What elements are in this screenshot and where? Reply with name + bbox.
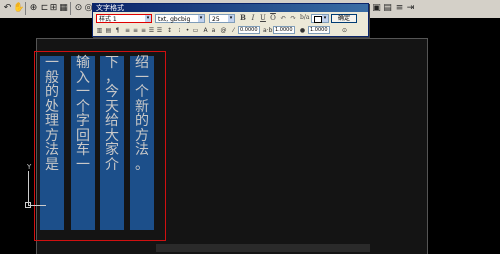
- align-right-icon[interactable]: ≡: [140, 27, 147, 34]
- insert-field-icon[interactable]: ▭: [192, 27, 199, 34]
- toolbar-separator: [70, 2, 71, 15]
- oblique-angle-input[interactable]: 0.0000: [238, 26, 260, 34]
- ok-button[interactable]: 确定: [331, 14, 357, 23]
- mtext-justify-icon[interactable]: ▤: [105, 27, 112, 34]
- width-factor-icon: ●: [299, 27, 306, 34]
- chevron-down-icon[interactable]: ▾: [198, 15, 204, 22]
- chevron-down-icon[interactable]: ▾: [322, 15, 328, 22]
- font-select-value: txt, gbcbig: [158, 16, 191, 23]
- justify-icon[interactable]: ☰: [148, 27, 155, 34]
- align-left-icon[interactable]: ≡: [124, 27, 131, 34]
- align-center-icon[interactable]: ≡: [132, 27, 139, 34]
- chevron-down-icon[interactable]: ▾: [145, 15, 151, 22]
- layer-icon[interactable]: ≡: [394, 3, 405, 14]
- columns-icon[interactable]: ▥: [96, 27, 103, 34]
- line-spacing-icon[interactable]: ↕: [166, 27, 173, 34]
- command-area-edge: [156, 244, 370, 252]
- grid-icon[interactable]: ▦: [58, 3, 69, 14]
- overline-button[interactable]: O: [269, 14, 277, 22]
- undo-icon[interactable]: ↶: [2, 3, 13, 14]
- ucs-y-label: Y: [27, 163, 32, 171]
- pan-icon[interactable]: ✋: [13, 3, 24, 14]
- italic-button[interactable]: I: [249, 14, 257, 22]
- text-height-value: 25: [212, 16, 220, 23]
- style-select-value: 样式 1: [99, 16, 117, 23]
- dialog-titlebar[interactable]: 文字格式: [93, 4, 368, 12]
- color-select[interactable]: ▾: [311, 14, 329, 23]
- symbol-icon[interactable]: @: [220, 27, 227, 34]
- distribute-icon[interactable]: ☰: [156, 27, 163, 34]
- block-icon[interactable]: ▣: [371, 3, 382, 14]
- paragraph-icon[interactable]: ¶: [114, 27, 121, 34]
- tracking-icon: a·b: [263, 27, 273, 34]
- paragraph-toolbar-row: ▥ ▤ ¶ ≡ ≡ ≡ ☰ ☰ ↕ ⁝ • ▭ A a @ ⁄ 0.0000 a…: [93, 26, 368, 36]
- chevron-down-icon[interactable]: ▾: [228, 15, 234, 22]
- bullets-icon[interactable]: •: [184, 27, 191, 34]
- tracking-input[interactable]: 1.0000: [273, 26, 295, 34]
- bold-button[interactable]: B: [239, 14, 247, 22]
- redo-button[interactable]: ↷: [289, 14, 297, 22]
- properties-icon[interactable]: ▤: [382, 3, 393, 14]
- text-format-toolbar-row: 样式 1 ▾ txt, gbcbig ▾ 25 ▾ B I U O ↶ ↷ b/…: [93, 13, 368, 25]
- undo-button[interactable]: ↶: [279, 14, 287, 22]
- dialog-title: 文字格式: [96, 4, 124, 12]
- zoom-icon[interactable]: ⊕: [28, 3, 39, 14]
- width-factor-input[interactable]: 1.0000: [308, 26, 330, 34]
- options-icon[interactable]: ⊙: [341, 27, 348, 34]
- ucs-y-axis: [28, 171, 29, 205]
- text-height-select[interactable]: 25 ▾: [209, 14, 235, 23]
- numbering-icon[interactable]: ⁝: [176, 27, 183, 34]
- uppercase-icon[interactable]: A: [202, 27, 209, 34]
- underline-button[interactable]: U: [259, 14, 267, 22]
- stack-button[interactable]: b/a: [300, 14, 309, 22]
- toolbar-separator: [25, 2, 26, 15]
- oblique-icon: ⁄: [232, 27, 234, 34]
- text-format-dialog: 文字格式 样式 1 ▾ txt, gbcbig ▾ 25 ▾ B I U O ↶…: [92, 3, 369, 37]
- color-swatch: [314, 16, 322, 23]
- ucs-icon: Y: [22, 163, 46, 211]
- ucs-origin-box: [25, 202, 31, 208]
- mtext-editor-window[interactable]: [34, 51, 166, 241]
- match-icon[interactable]: ⇥: [405, 3, 416, 14]
- style-select[interactable]: 样式 1 ▾: [96, 14, 152, 23]
- lowercase-icon[interactable]: a: [210, 27, 217, 34]
- font-select[interactable]: txt, gbcbig ▾: [155, 14, 205, 23]
